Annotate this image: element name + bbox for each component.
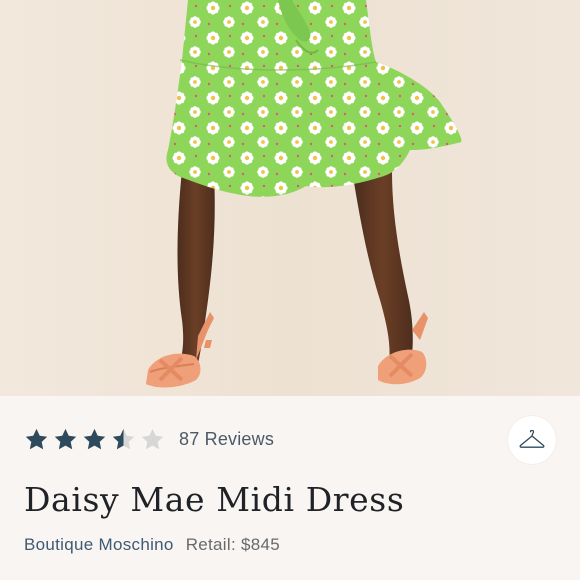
brand-link[interactable]: Boutique Moschino [24,535,174,555]
hanger-icon [519,430,545,448]
star-half-icon [112,428,135,449]
add-to-closet-button[interactable] [508,416,556,464]
retail-price: Retail: $845 [185,535,281,554]
product-title: Daisy Mae Midi Dress [24,480,405,519]
reviews-link[interactable]: 87 Reviews [179,429,274,450]
rating-row[interactable]: 87 Reviews [24,424,274,454]
star-icon [83,428,106,449]
dress-illustration [0,0,580,396]
product-photo[interactable] [0,0,580,396]
star-icon [54,428,77,449]
product-meta: Boutique Moschino Retail: $845 [24,535,280,555]
star-icon [25,428,48,449]
star-empty-icon [141,428,164,449]
product-info-panel: 87 Reviews Daisy Mae Midi Dress Boutique… [0,396,580,580]
star-rating [24,427,165,452]
